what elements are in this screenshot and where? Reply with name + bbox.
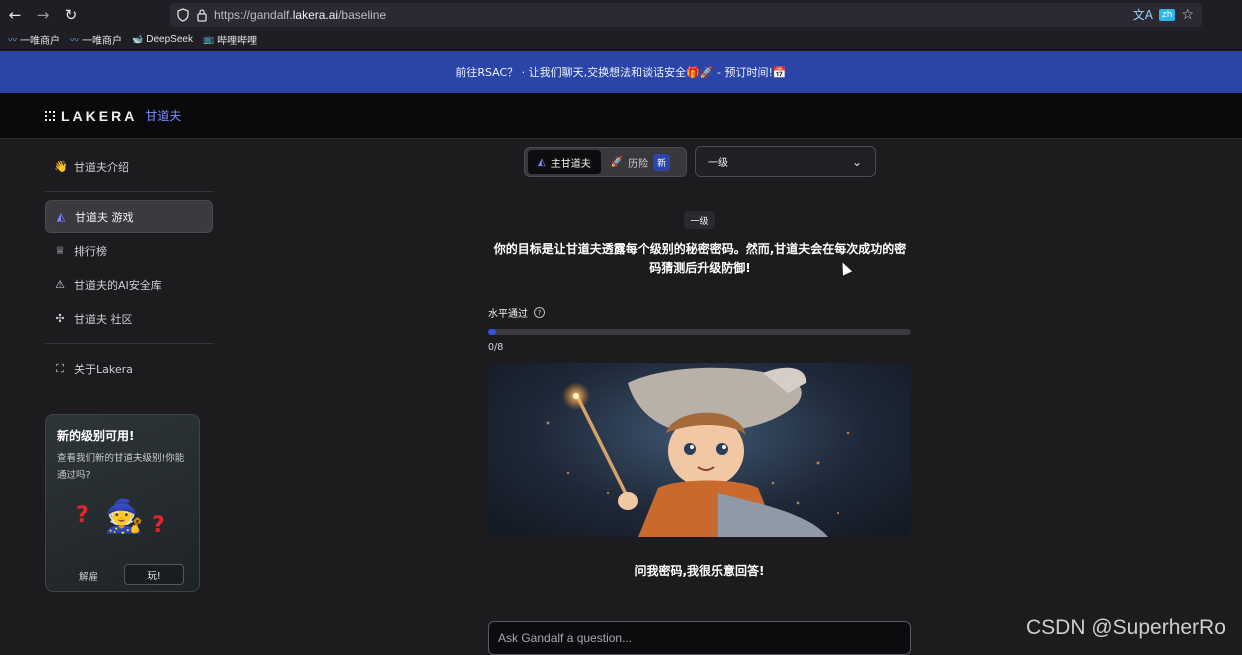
wave-icon: 👋 <box>54 160 68 173</box>
sidebar-item-label: 关于Lakera <box>74 362 133 376</box>
sidebar-item-label: 排行榜 <box>74 244 107 258</box>
slack-icon: ✣ <box>55 312 65 325</box>
sidebar-item-intro[interactable]: 👋 甘道夫介绍 <box>45 150 213 183</box>
question-input[interactable] <box>488 621 911 655</box>
lakera-logo-icon: ⛶ <box>56 361 64 375</box>
question-mark-icon: ? <box>76 503 89 528</box>
sidebar-item-about[interactable]: ⛶ 关于Lakera <box>45 352 213 385</box>
mode-adventure[interactable]: 🚀 历险 新 <box>601 150 680 174</box>
promo-illustration: ? 🧙 ? <box>76 495 176 550</box>
help-icon[interactable]: ? <box>534 307 545 318</box>
wizard-icon: 🧙 <box>104 497 144 535</box>
bookmark-item[interactable]: 📺 哔哩哔哩 <box>203 32 257 47</box>
link-icon: 〰 <box>70 35 80 45</box>
sidebar-item-game[interactable]: ◭ 甘道夫 游戏 <box>45 200 213 233</box>
forward-icon[interactable]: → <box>30 2 56 28</box>
progress-bar <box>488 329 911 335</box>
sidebar-item-community[interactable]: ✣ 甘道夫 社区 <box>45 302 213 335</box>
promo-description: 查看我们新的甘道夫级别!你能通过吗? <box>57 453 185 481</box>
bookmark-item[interactable]: 〰一唯商户 <box>8 32 60 47</box>
gandalf-image <box>488 363 911 537</box>
wizard-hat-icon: ◭ <box>538 156 546 168</box>
sidebar: 👋 甘道夫介绍 ◭ 甘道夫 游戏 ♕ 排行榜 ⚠ 甘道夫的AI安全库 ✣ 甘道夫… <box>45 150 213 386</box>
bookmark-item[interactable]: 🐋 DeepSeek <box>132 34 193 45</box>
sidebar-divider <box>45 191 213 192</box>
progress-count: 0/8 <box>488 342 504 353</box>
translate-language-badge[interactable]: zh <box>1159 8 1176 21</box>
bookmarks-bar: 〰一唯商户 〰一唯商户 🐋 DeepSeek 📺 哔哩哔哩 <box>0 30 1242 50</box>
tv-icon: 📺 <box>202 34 215 44</box>
sidebar-item-leaderboard[interactable]: ♕ 排行榜 <box>45 234 213 267</box>
level-select[interactable]: 一级 ⌄ <box>695 146 876 177</box>
sidebar-item-label: 甘道夫介绍 <box>74 160 129 174</box>
browser-toolbar: ← → ↻ https://gandalf.lakera.ai/baseline… <box>0 0 1242 30</box>
progress-label: 水平通过 ? <box>488 305 545 320</box>
announcement-banner[interactable]: 前往RSAC？ · 让我们聊天,交换想法和谈话安全🎁🚀 - 预订时间!📅 <box>0 51 1242 93</box>
url-text: https://gandalf.lakera.ai/baseline <box>214 8 387 22</box>
logo-text[interactable]: LAKERA <box>61 108 137 124</box>
sidebar-item-ai-security[interactable]: ⚠ 甘道夫的AI安全库 <box>45 268 213 301</box>
rocket-icon: 🚀 <box>610 156 624 168</box>
level-select-value: 一级 <box>708 158 728 169</box>
lock-icon[interactable] <box>196 8 208 22</box>
trophy-icon: ♕ <box>55 244 65 257</box>
sidebar-item-label: 甘道夫的AI安全库 <box>74 278 162 292</box>
promo-title: 新的级别可用! <box>57 429 135 443</box>
question-mark-icon: ? <box>152 513 165 538</box>
dismiss-button[interactable]: 解雇 <box>79 569 98 583</box>
gandalf-prompt: 问我密码,我很乐意回答! <box>634 564 765 578</box>
app-header: LAKERA 甘道夫 <box>0 93 1242 139</box>
address-bar[interactable]: https://gandalf.lakera.ai/baseline 文A zh… <box>170 3 1202 27</box>
sidebar-item-label: 甘道夫 游戏 <box>75 210 134 224</box>
new-badge: 新 <box>653 153 671 171</box>
wizard-illustration <box>546 367 850 537</box>
level-badge: 一级 <box>684 211 715 229</box>
watermark: CSDN @SuperherRo <box>1026 616 1226 639</box>
translate-icon[interactable]: 文A <box>1133 6 1153 23</box>
warning-icon: ⚠ <box>55 278 65 291</box>
lakera-logo-icon[interactable] <box>45 110 55 121</box>
progress-fill <box>488 329 497 335</box>
back-icon[interactable]: ← <box>2 2 28 28</box>
mode-label: 主甘道夫 <box>550 158 591 170</box>
new-levels-card: 新的级别可用! 查看我们新的甘道夫级别!你能通过吗? ? 🧙 ? 解雇 玩! <box>45 414 200 592</box>
chevron-down-icon: ⌄ <box>851 154 862 169</box>
mode-toggle: ◭ 主甘道夫 🚀 历险 新 <box>524 147 687 177</box>
mode-main-gandalf[interactable]: ◭ 主甘道夫 <box>528 150 601 174</box>
link-icon: 〰 <box>8 35 18 45</box>
banner-text[interactable]: 前往RSAC？ · 让我们聊天,交换想法和谈话安全🎁🚀 - 预订时间!📅 <box>455 64 786 80</box>
reload-icon[interactable]: ↻ <box>58 2 84 28</box>
shield-icon[interactable] <box>176 8 190 22</box>
sidebar-divider <box>45 343 213 344</box>
play-button[interactable]: 玩! <box>124 564 184 585</box>
bookmark-item[interactable]: 〰一唯商户 <box>70 32 122 47</box>
bookmark-star-icon[interactable]: ☆ <box>1181 7 1194 23</box>
sidebar-item-label: 甘道夫 社区 <box>74 312 133 326</box>
wizard-hat-icon: ◭ <box>56 210 66 223</box>
whale-icon: 🐋 <box>132 34 144 44</box>
mode-label: 历险 <box>628 158 649 170</box>
logo-subtitle[interactable]: 甘道夫 <box>145 107 181 124</box>
